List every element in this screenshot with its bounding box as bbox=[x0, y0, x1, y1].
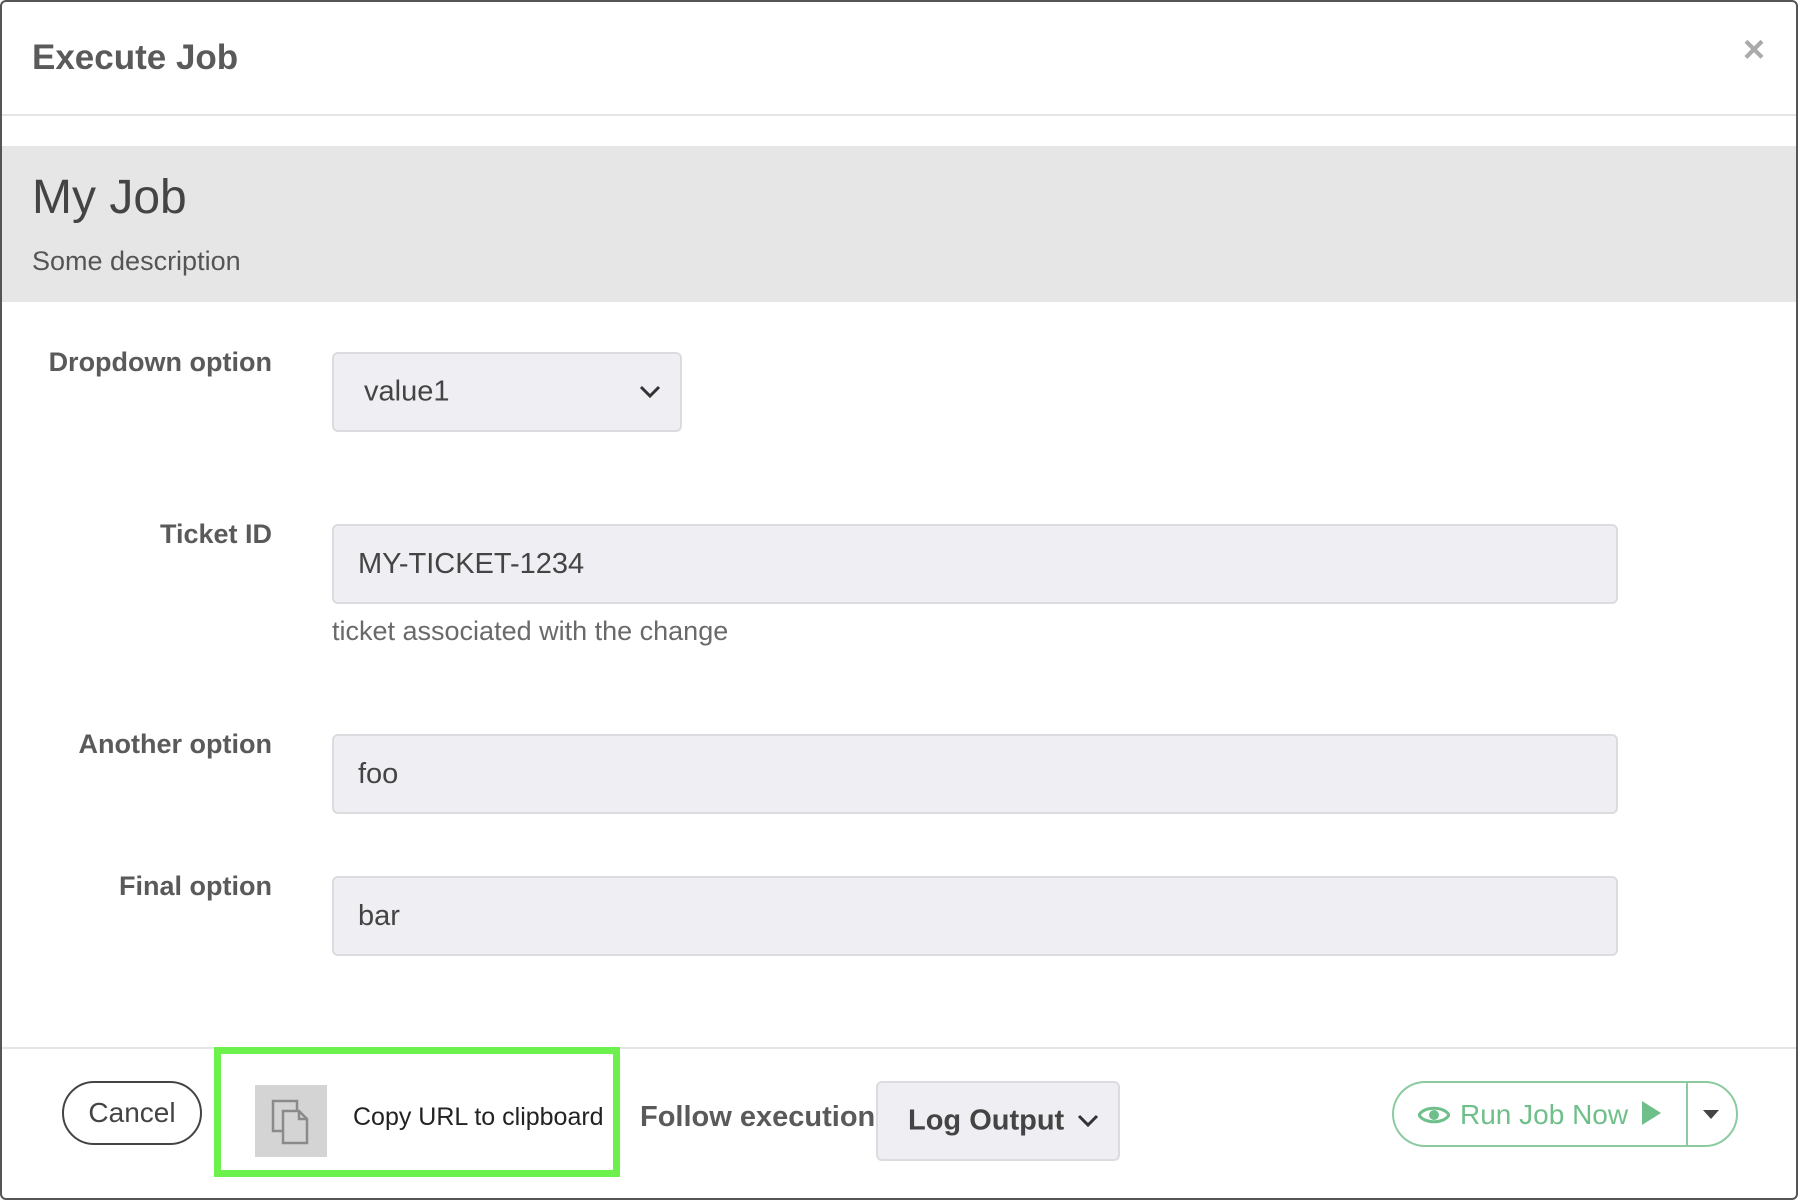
button-divider bbox=[1686, 1083, 1688, 1145]
final-option-input[interactable] bbox=[332, 876, 1618, 956]
ticket-id-label: Ticket ID bbox=[159, 519, 272, 549]
run-job-now-button[interactable]: Run Job Now bbox=[1392, 1081, 1688, 1147]
eye-icon bbox=[1418, 1106, 1450, 1124]
run-job-now-label: Run Job Now bbox=[1460, 1099, 1629, 1130]
chevron-down-icon bbox=[639, 385, 661, 399]
modal-title: Execute Job bbox=[32, 38, 239, 77]
copy-icon-box bbox=[255, 1085, 327, 1157]
dropdown-option-value: value1 bbox=[364, 375, 450, 408]
close-button[interactable]: × bbox=[1734, 30, 1774, 70]
job-description: Some description bbox=[32, 246, 241, 276]
follow-execution-select[interactable]: Log Output bbox=[876, 1081, 1120, 1161]
copy-url-highlight: Copy URL to clipboard bbox=[214, 1047, 620, 1177]
modal-header: Execute Job × bbox=[2, 2, 1796, 116]
follow-execution-value: Log Output bbox=[908, 1104, 1065, 1137]
dropdown-option-select[interactable]: value1 bbox=[332, 352, 682, 432]
play-icon bbox=[1642, 1101, 1661, 1125]
run-job-button-group: Run Job Now bbox=[1392, 1081, 1738, 1147]
ticket-id-help: ticket associated with the change bbox=[332, 616, 729, 646]
final-option-label: Final option bbox=[119, 871, 272, 901]
cancel-button[interactable]: Cancel bbox=[62, 1081, 202, 1145]
ticket-id-input[interactable] bbox=[332, 524, 1618, 604]
chevron-down-icon bbox=[1077, 1114, 1099, 1128]
caret-down-icon bbox=[1703, 1110, 1719, 1119]
job-banner: My Job Some description bbox=[2, 146, 1796, 302]
another-option-label: Another option bbox=[78, 729, 272, 759]
job-name: My Job bbox=[32, 171, 187, 224]
dropdown-option-label: Dropdown option bbox=[48, 347, 272, 377]
copy-url-label: Copy URL to clipboard bbox=[353, 1103, 604, 1131]
copy-url-button[interactable]: Copy URL to clipboard bbox=[228, 1061, 608, 1163]
another-option-input[interactable] bbox=[332, 734, 1618, 814]
follow-execution-label: Follow execution bbox=[640, 1101, 876, 1133]
copy-icon bbox=[271, 1099, 309, 1145]
execute-job-modal: Execute Job × My Job Some description Dr… bbox=[0, 0, 1798, 1200]
run-options-dropdown-button[interactable] bbox=[1686, 1081, 1738, 1147]
